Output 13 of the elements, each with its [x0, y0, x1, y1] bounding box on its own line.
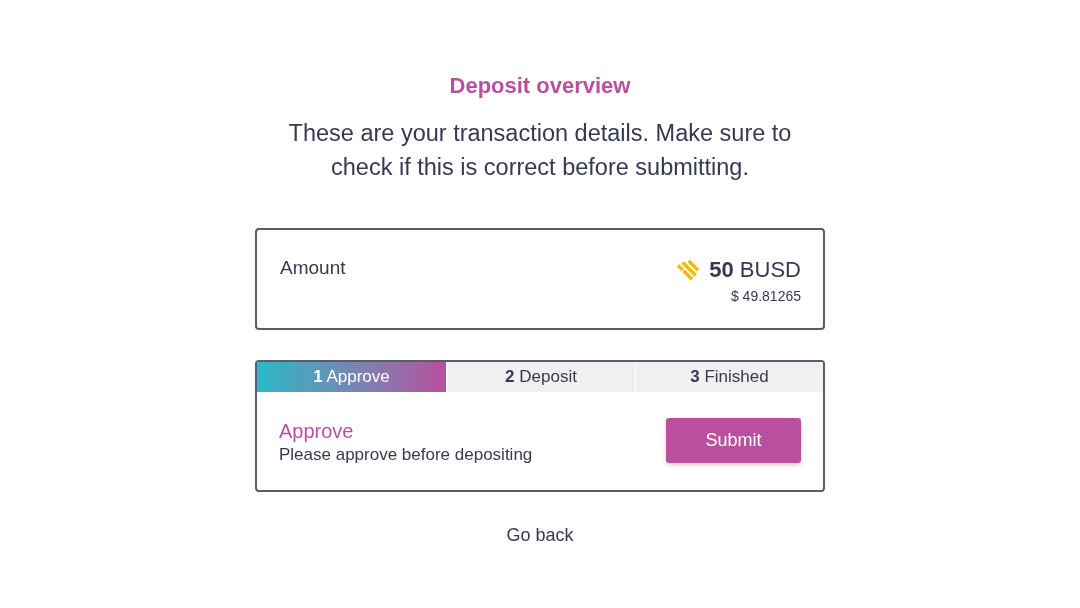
step-description: Please approve before depositing — [279, 444, 533, 466]
striped-diamond-icon — [677, 258, 702, 282]
step-tab[interactable]: 2 Deposit — [447, 362, 635, 392]
step-tab[interactable]: 1 Approve — [257, 362, 446, 392]
amount-label: Amount — [280, 256, 346, 280]
intro-text: These are your transaction details. Make sure to check if this is correct before submitting. — [287, 119, 793, 182]
amount-value: 50 BUSD — [709, 256, 801, 284]
fiat-value: $ 49.81265 — [730, 287, 801, 305]
step-tab[interactable]: 3 Finished — [636, 362, 823, 392]
page-title: Deposit overview — [449, 72, 631, 100]
submit-button[interactable]: Submit — [666, 417, 801, 463]
go-back-link[interactable]: Go back — [506, 523, 574, 547]
step-title: Approve — [279, 419, 354, 444]
